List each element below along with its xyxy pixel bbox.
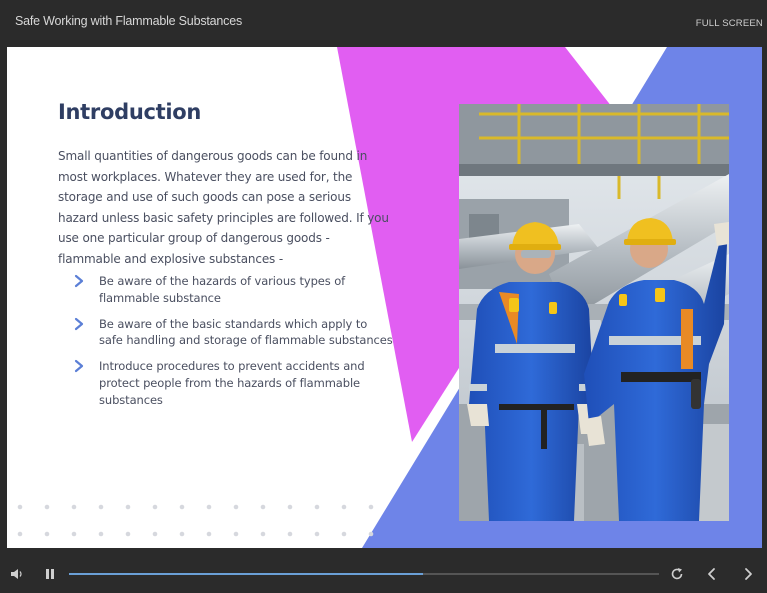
dot (233, 504, 239, 510)
list-item-text: Introduce procedures to prevent accident… (99, 359, 365, 407)
chevron-right-icon (74, 274, 84, 288)
progress-bar[interactable] (69, 573, 659, 575)
dot (341, 504, 347, 510)
dot (287, 531, 293, 537)
dot (71, 531, 77, 537)
dot (152, 531, 158, 537)
dot (98, 504, 104, 510)
list-item-text: Be aware of the basic standards which ap… (99, 316, 393, 348)
dot (125, 531, 131, 537)
dot (287, 504, 293, 510)
progress-fill (69, 573, 423, 575)
dot (206, 504, 212, 510)
dot (233, 531, 239, 537)
course-title: Safe Working with Flammable Substances (15, 14, 242, 28)
previous-button[interactable] (705, 567, 719, 581)
replay-icon[interactable] (670, 567, 684, 581)
dot (17, 531, 23, 537)
dot (314, 531, 320, 537)
pause-icon[interactable] (44, 568, 56, 580)
list-item: Introduce procedures to prevent accident… (73, 358, 393, 408)
dot (206, 531, 212, 537)
list-item-text: Be aware of the hazards of various types… (99, 274, 346, 305)
intro-paragraph: Small quantities of dangerous goods can … (58, 149, 389, 266)
dot (260, 504, 266, 510)
fullscreen-button[interactable]: FULL SCREEN (696, 18, 763, 29)
volume-icon[interactable] (10, 567, 24, 581)
dot (341, 531, 347, 537)
dot (179, 531, 185, 537)
next-button[interactable] (741, 567, 755, 581)
chevron-right-icon (74, 360, 84, 373)
dot (152, 504, 158, 510)
dot (368, 504, 374, 510)
dot (260, 531, 266, 537)
dot (71, 504, 77, 510)
dot (98, 531, 104, 537)
dot (17, 504, 23, 510)
slide: Introduction Small quantities of dangero… (7, 47, 762, 548)
workers-photo (459, 104, 729, 521)
list-item: Be aware of the hazards of various types… (73, 273, 393, 307)
title-bar: Safe Working with Flammable Substances F… (0, 0, 767, 47)
dot (125, 504, 131, 510)
slide-heading: Introduction (58, 100, 202, 124)
dot (179, 504, 185, 510)
dot (44, 504, 50, 510)
chevron-right-icon (74, 317, 84, 330)
dot (44, 531, 50, 537)
list-item: Be aware of the basic standards which ap… (73, 316, 393, 350)
dots-decoration (17, 504, 374, 537)
dot (314, 504, 320, 510)
dot (368, 531, 374, 537)
player-controls (0, 548, 767, 593)
objectives-list: Be aware of the hazards of various types… (73, 273, 393, 418)
